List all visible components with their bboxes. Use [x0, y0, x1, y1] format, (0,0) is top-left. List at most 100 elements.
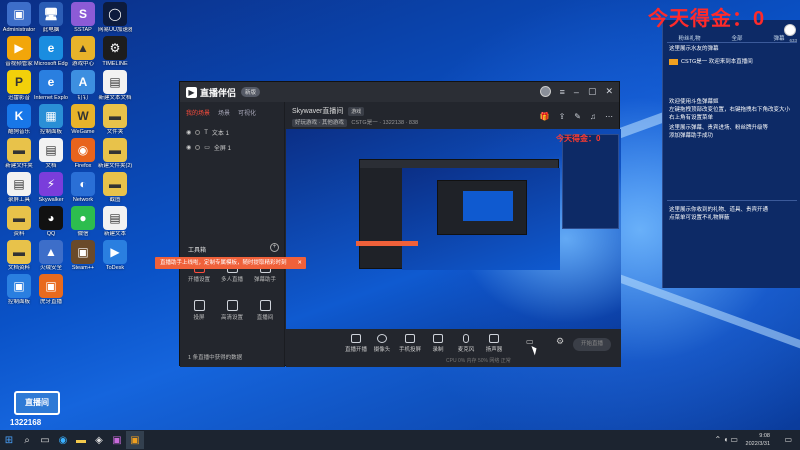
scene-item-label: 全屏 1	[213, 146, 231, 152]
desktop-icon[interactable]: ▬ 文件夹	[98, 104, 132, 136]
overlay-line: 点菜单可设置不礼物屏蔽	[669, 215, 730, 221]
menu-icon[interactable]: ≡	[560, 87, 565, 97]
screen-icon: ▭	[204, 145, 210, 151]
clock[interactable]: 9:08 2022/3/31	[746, 432, 770, 448]
desktop-icon-label: 火绒安全	[39, 265, 62, 271]
lock-icon[interactable]	[195, 130, 201, 135]
minimize-icon[interactable]: –	[574, 87, 579, 97]
lock-icon[interactable]	[195, 145, 201, 150]
user-avatar[interactable]	[539, 86, 551, 97]
edge-icon[interactable]: ◉	[54, 431, 72, 449]
version-badge[interactable]: 新版	[241, 87, 261, 97]
desktop-icon[interactable]: ⚡ Skywalker	[34, 172, 68, 204]
tab-scene[interactable]: 场景	[218, 108, 230, 117]
desktop-icon[interactable]: ▤ 新建文本文档	[98, 70, 132, 102]
desktop-icon[interactable]: ▶ 音视频管家	[2, 36, 36, 68]
start-icon[interactable]: ⊞	[0, 431, 18, 449]
scene-item[interactable]: ◉ ▭ 全屏 1	[180, 140, 284, 155]
gift-icon[interactable]: 🎁	[540, 112, 550, 121]
edit-icon[interactable]: ✎	[574, 112, 581, 121]
live-companion-window[interactable]: ▶ 直播伴侣 新版 ≡ – ▢ ✕ 我的场景 场景 可视化 ◉ T 文本 1 ◉…	[179, 81, 621, 367]
taskview-icon[interactable]: ▭	[36, 431, 54, 449]
desktop-icon[interactable]: ◉ Firefox	[66, 138, 100, 170]
desktop-icon[interactable]: ◕ QQ	[34, 206, 68, 238]
desktop-icon[interactable]: A 钉钉	[66, 70, 100, 102]
app-icon[interactable]: ▣	[108, 431, 126, 449]
tool-hd-settings[interactable]: 高清设置	[217, 300, 247, 321]
desktop-icon[interactable]: S SSTAP	[66, 2, 100, 34]
desktop-icon[interactable]: ▤ 新建文本	[98, 206, 132, 238]
desktop-icon[interactable]: e Microsoft Edge	[34, 36, 68, 68]
desktop-icon[interactable]: ◯ 网易UU加速器	[98, 2, 132, 34]
tab-visual[interactable]: 可视化	[238, 108, 256, 117]
close-icon[interactable]: ✕	[605, 86, 613, 97]
desktop-icon[interactable]: ▲ 火绒安全	[34, 240, 68, 272]
eye-icon[interactable]: ◉	[186, 144, 191, 151]
live-companion-taskbar-icon[interactable]: ▣	[126, 431, 144, 449]
nested-overlay-panel	[562, 134, 619, 229]
tool-room[interactable]: 直播间	[250, 300, 280, 321]
desktop-icon[interactable]: ▬ 文档资料	[2, 240, 36, 272]
tab-all[interactable]: 全部	[731, 34, 742, 42]
desktop-icon[interactable]: ▣ 虎牙直播	[34, 274, 68, 306]
speaker-button[interactable]: 扬声器	[480, 334, 508, 353]
desktop-icon[interactable]: ▤ 录屏工具	[2, 172, 36, 204]
tab-my-scene[interactable]: 我的场景	[186, 108, 210, 117]
desktop-icon-label: 录屏工具	[7, 197, 30, 203]
tab-danmaku[interactable]: 弹幕	[773, 34, 784, 42]
desktop-icon[interactable]: ▬ 截图	[98, 172, 132, 204]
notification-toast[interactable]: 直播助手上线啦，定制专属模板，随时提取精彩时刻 ✕	[155, 257, 306, 269]
desktop-icon[interactable]: ▶ ToDesk	[98, 240, 132, 272]
desktop-icon[interactable]: K 酷狗音乐	[2, 104, 36, 136]
settings-icon[interactable]: ⚙	[556, 336, 564, 347]
desktop-icon[interactable]: ▬ 新建文件夹(2)	[98, 138, 132, 170]
room-category-tag[interactable]: 游戏	[348, 107, 365, 116]
desktop-icon[interactable]: P 迅雷影音	[2, 70, 36, 102]
room-category-chip[interactable]: 好玩游戏 · 其他游戏	[292, 119, 347, 127]
eye-icon[interactable]: ◉	[186, 129, 191, 136]
desktop-icon[interactable]: ▬ 新建文件夹	[2, 138, 36, 170]
desktop-icon[interactable]: W WeGame	[66, 104, 100, 136]
phone-cast-button[interactable]: 手机投屏	[396, 334, 424, 353]
desktop-icon[interactable]: ● 微信	[66, 206, 100, 238]
tool-label: 高清设置	[220, 315, 243, 321]
desktop-icon[interactable]: ▣ 控制面板	[2, 274, 36, 306]
tool-cast[interactable]: 投屏	[184, 300, 214, 321]
desktop-icon[interactable]: ▤ 文档	[34, 138, 68, 170]
store-icon[interactable]: ◈	[90, 431, 108, 449]
desktop-icon[interactable]: ▲ 游戏中心	[66, 36, 100, 68]
stream-preview[interactable]: 今天得金：0	[286, 129, 621, 329]
desktop-icon[interactable]: ▣ Administrator	[2, 2, 36, 34]
desktop-icon[interactable]: ⚙ TIMELINE	[98, 36, 132, 68]
desktop-icon[interactable]: ◐ Network	[66, 172, 100, 204]
more-icon[interactable]: ⋯	[605, 112, 613, 121]
scene-sidebar: 我的场景 场景 可视化 ◉ T 文本 1 ◉ ▭ 全屏 1 工具箱 + 开播设置…	[180, 102, 285, 367]
share-icon[interactable]: ⇪	[559, 112, 566, 121]
record-button[interactable]: 录制	[424, 334, 452, 353]
app-icon: ◕	[39, 206, 63, 230]
app-icon: ▤	[103, 70, 127, 94]
start-live-button[interactable]: 开始直播	[573, 338, 611, 351]
toast-close-button[interactable]: ✕	[297, 257, 302, 269]
app-icon: P	[7, 70, 31, 94]
search-icon[interactable]: ⌕	[18, 431, 36, 449]
desktop-icon[interactable]: ▣ Steam++	[66, 240, 100, 272]
window-titlebar[interactable]: ▶ 直播伴侣 新版 ≡ – ▢ ✕	[180, 82, 619, 102]
maximize-icon[interactable]: ▢	[588, 86, 597, 97]
scene-item[interactable]: ◉ T 文本 1	[180, 125, 284, 140]
notification-icon[interactable]: ▭	[784, 435, 792, 444]
desktop-icon[interactable]: eInternet Explorer	[34, 70, 68, 102]
desktop-icon[interactable]: ▬ 资料	[2, 206, 36, 238]
desktop-icon[interactable]: 🖥 此电脑	[34, 2, 68, 34]
tray-icons[interactable]: ⌃ ◖ ▭	[714, 435, 738, 444]
desktop-icon[interactable]: ▦ 控制面板	[34, 104, 68, 136]
app-icon: ▬	[7, 240, 31, 264]
add-icon[interactable]: +	[270, 243, 279, 252]
danmaku-overlay-panel[interactable]: 633 粉丝礼物 全部 弹幕 这里展示水友的弹幕 CSTG是一 欢迎来到本直播间…	[662, 20, 800, 288]
camera-button[interactable]: 摄像头	[368, 334, 396, 353]
tab-gifts[interactable]: 粉丝礼物	[678, 34, 700, 42]
scene-button[interactable]: 直播开播	[342, 334, 370, 353]
microphone-button[interactable]: 麦克风	[452, 334, 480, 353]
bell-icon[interactable]: ♫	[590, 112, 596, 121]
folder-icon[interactable]: ▬	[72, 431, 90, 449]
